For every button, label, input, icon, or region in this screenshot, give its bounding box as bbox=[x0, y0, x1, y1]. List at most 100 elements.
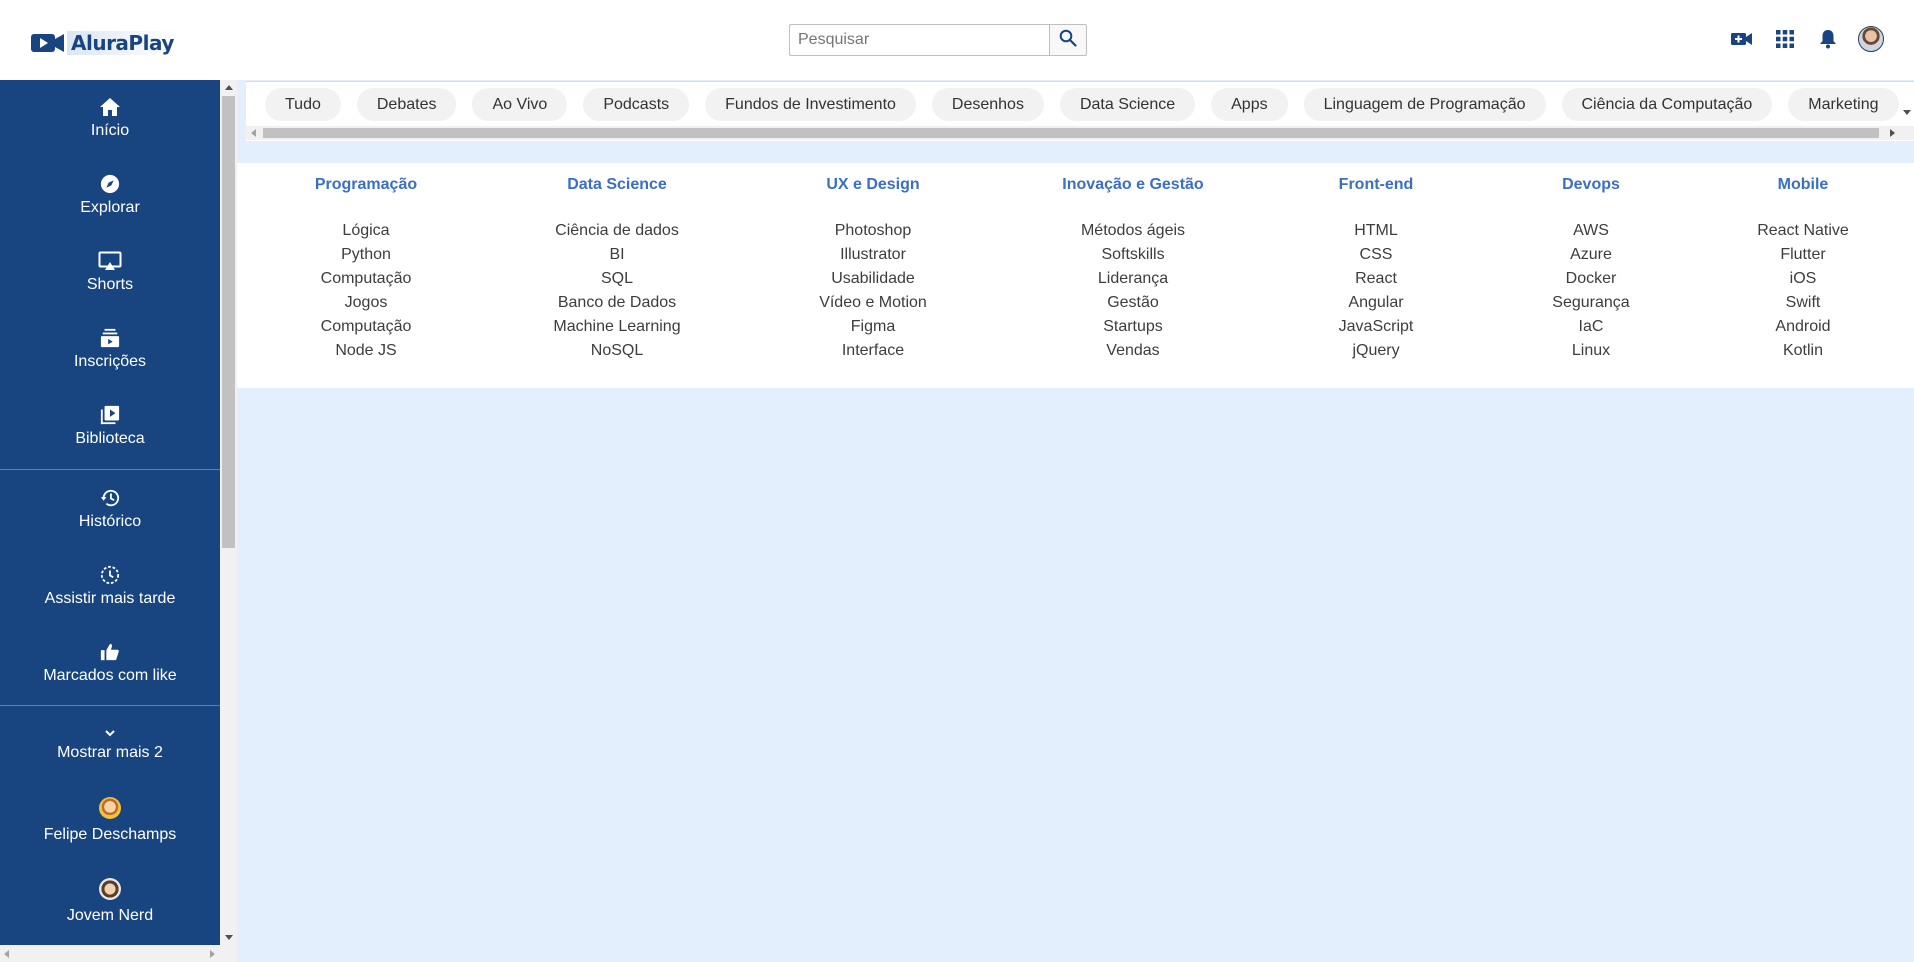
category-link[interactable]: Photoshop bbox=[763, 219, 983, 243]
scroll-up-arrow-icon[interactable] bbox=[225, 85, 233, 90]
category-link[interactable]: Lógica bbox=[256, 219, 476, 243]
scroll-down-arrow-icon[interactable] bbox=[225, 935, 233, 940]
sidebar-item-biblioteca[interactable]: Biblioteca bbox=[0, 405, 220, 449]
category-link[interactable]: Interface bbox=[763, 339, 983, 363]
category-column-data-science: Data Science Ciência de dados BI SQL Ban… bbox=[507, 175, 727, 363]
category-link[interactable]: Softskills bbox=[1023, 243, 1243, 267]
chip-podcasts[interactable]: Podcasts bbox=[583, 88, 690, 121]
category-link[interactable]: IaC bbox=[1481, 315, 1701, 339]
category-link[interactable]: Docker bbox=[1481, 267, 1701, 291]
category-link[interactable]: JavaScript bbox=[1266, 315, 1486, 339]
category-link[interactable]: Segurança bbox=[1481, 291, 1701, 315]
category-link[interactable]: iOS bbox=[1693, 267, 1913, 291]
category-title[interactable]: Devops bbox=[1481, 175, 1701, 195]
category-link[interactable]: Machine Learning bbox=[507, 315, 727, 339]
search-input[interactable] bbox=[789, 24, 1049, 56]
chip-bar-scrollbar[interactable] bbox=[246, 126, 1914, 140]
category-link[interactable]: Vendas bbox=[1023, 339, 1243, 363]
sidebar-item-label: Explorar bbox=[80, 199, 140, 216]
chip-tudo[interactable]: Tudo bbox=[265, 88, 341, 121]
category-link[interactable]: React Native bbox=[1693, 219, 1913, 243]
sidebar-item-inscricoes[interactable]: Inscrições bbox=[0, 328, 220, 372]
category-link[interactable]: Android bbox=[1693, 315, 1913, 339]
category-link[interactable]: Jogos bbox=[256, 291, 476, 315]
chip-linguagem-de-programacao[interactable]: Linguagem de Programação bbox=[1303, 88, 1546, 121]
sidebar-item-jovem-nerd[interactable]: Jovem Nerd bbox=[0, 878, 220, 926]
category-column-devops: Devops AWS Azure Docker Segurança IaC Li… bbox=[1481, 175, 1701, 363]
category-link[interactable]: Figma bbox=[763, 315, 983, 339]
apps-grid-icon[interactable] bbox=[1773, 27, 1797, 51]
category-link[interactable]: Usabilidade bbox=[763, 267, 983, 291]
category-link[interactable]: Angular bbox=[1266, 291, 1486, 315]
category-link[interactable]: NoSQL bbox=[507, 339, 727, 363]
category-link[interactable]: SQL bbox=[507, 267, 727, 291]
category-link[interactable]: jQuery bbox=[1266, 339, 1486, 363]
chip-debates[interactable]: Debates bbox=[356, 88, 457, 121]
category-link[interactable]: Métodos ágeis bbox=[1023, 219, 1243, 243]
home-icon bbox=[99, 97, 121, 121]
category-link[interactable]: Computação bbox=[256, 267, 476, 291]
scroll-left-arrow-icon[interactable] bbox=[4, 950, 9, 958]
sidebar-item-label: Início bbox=[90, 122, 130, 139]
category-link[interactable]: Vídeo e Motion bbox=[763, 291, 983, 315]
category-link[interactable]: Computação bbox=[256, 315, 476, 339]
sidebar-item-label: Inscrições bbox=[73, 353, 147, 370]
sidebar-item-inicio[interactable]: Início bbox=[0, 97, 220, 141]
category-link[interactable]: Kotlin bbox=[1693, 339, 1913, 363]
chip-ao-vivo[interactable]: Ao Vivo bbox=[472, 88, 568, 121]
sidebar-item-mostrar-mais[interactable]: Mostrar mais 2 bbox=[0, 727, 220, 763]
sidebar-horizontal-scrollbar[interactable] bbox=[0, 945, 237, 962]
video-add-icon[interactable] bbox=[1730, 27, 1754, 51]
category-link[interactable]: Flutter bbox=[1693, 243, 1913, 267]
category-link[interactable]: Illustrator bbox=[763, 243, 983, 267]
chip-ciencia-da-computacao[interactable]: Ciência da Computação bbox=[1561, 88, 1773, 121]
category-link[interactable]: Gestão bbox=[1023, 291, 1243, 315]
logo[interactable]: AluraPlay bbox=[31, 28, 178, 58]
category-title[interactable]: Inovação e Gestão bbox=[1023, 175, 1243, 195]
category-title[interactable]: Programação bbox=[256, 175, 476, 195]
scroll-right-arrow-icon[interactable] bbox=[1890, 129, 1895, 137]
category-link[interactable]: React bbox=[1266, 267, 1486, 291]
scroll-left-arrow-icon[interactable] bbox=[251, 129, 256, 137]
sidebar-item-shorts[interactable]: Shorts bbox=[0, 251, 220, 295]
category-link[interactable]: AWS bbox=[1481, 219, 1701, 243]
chip-fundos-de-investimento[interactable]: Fundos de Investimento bbox=[705, 88, 916, 121]
scrollbar-thumb[interactable] bbox=[222, 96, 235, 548]
chip-desenhos[interactable]: Desenhos bbox=[931, 88, 1044, 121]
category-link[interactable]: Startups bbox=[1023, 315, 1243, 339]
sidebar-divider bbox=[0, 469, 220, 470]
category-title[interactable]: Mobile bbox=[1693, 175, 1913, 195]
category-link[interactable]: Node JS bbox=[256, 339, 476, 363]
user-avatar[interactable] bbox=[1858, 26, 1884, 52]
category-link[interactable]: CSS bbox=[1266, 243, 1486, 267]
chip-apps[interactable]: Apps bbox=[1211, 88, 1288, 121]
scroll-down-arrow-icon[interactable] bbox=[1903, 110, 1911, 115]
category-title[interactable]: UX e Design bbox=[763, 175, 983, 195]
chip-marketing[interactable]: Marketing bbox=[1788, 88, 1899, 121]
category-link[interactable]: HTML bbox=[1266, 219, 1486, 243]
sidebar: Início Explorar Shorts Inscrições Biblio… bbox=[0, 80, 220, 962]
search-button[interactable] bbox=[1049, 24, 1087, 56]
category-link[interactable]: Swift bbox=[1693, 291, 1913, 315]
scrollbar-thumb[interactable] bbox=[263, 128, 1879, 138]
chip-data-science[interactable]: Data Science bbox=[1059, 88, 1196, 121]
header-actions bbox=[1711, 26, 1914, 52]
sidebar-item-felipe-deschamps[interactable]: Felipe Deschamps bbox=[0, 797, 220, 845]
category-link[interactable]: Python bbox=[256, 243, 476, 267]
sidebar-item-marcados-com-like[interactable]: Marcados com like bbox=[0, 642, 220, 686]
category-link[interactable]: Linux bbox=[1481, 339, 1701, 363]
category-link[interactable]: BI bbox=[507, 243, 727, 267]
category-title[interactable]: Data Science bbox=[507, 175, 727, 195]
bell-icon[interactable] bbox=[1816, 27, 1840, 51]
sidebar-item-label: Assistir mais tarde bbox=[44, 590, 176, 607]
sidebar-item-historico[interactable]: Histórico bbox=[0, 488, 220, 532]
category-link[interactable]: Ciência de dados bbox=[507, 219, 727, 243]
category-link[interactable]: Liderança bbox=[1023, 267, 1243, 291]
sidebar-item-assistir-mais-tarde[interactable]: Assistir mais tarde bbox=[0, 565, 220, 609]
scroll-right-arrow-icon[interactable] bbox=[210, 950, 215, 958]
sidebar-scrollbar[interactable] bbox=[220, 80, 237, 962]
category-link[interactable]: Banco de Dados bbox=[507, 291, 727, 315]
category-title[interactable]: Front-end bbox=[1266, 175, 1486, 195]
category-link[interactable]: Azure bbox=[1481, 243, 1701, 267]
sidebar-item-explorar[interactable]: Explorar bbox=[0, 174, 220, 218]
